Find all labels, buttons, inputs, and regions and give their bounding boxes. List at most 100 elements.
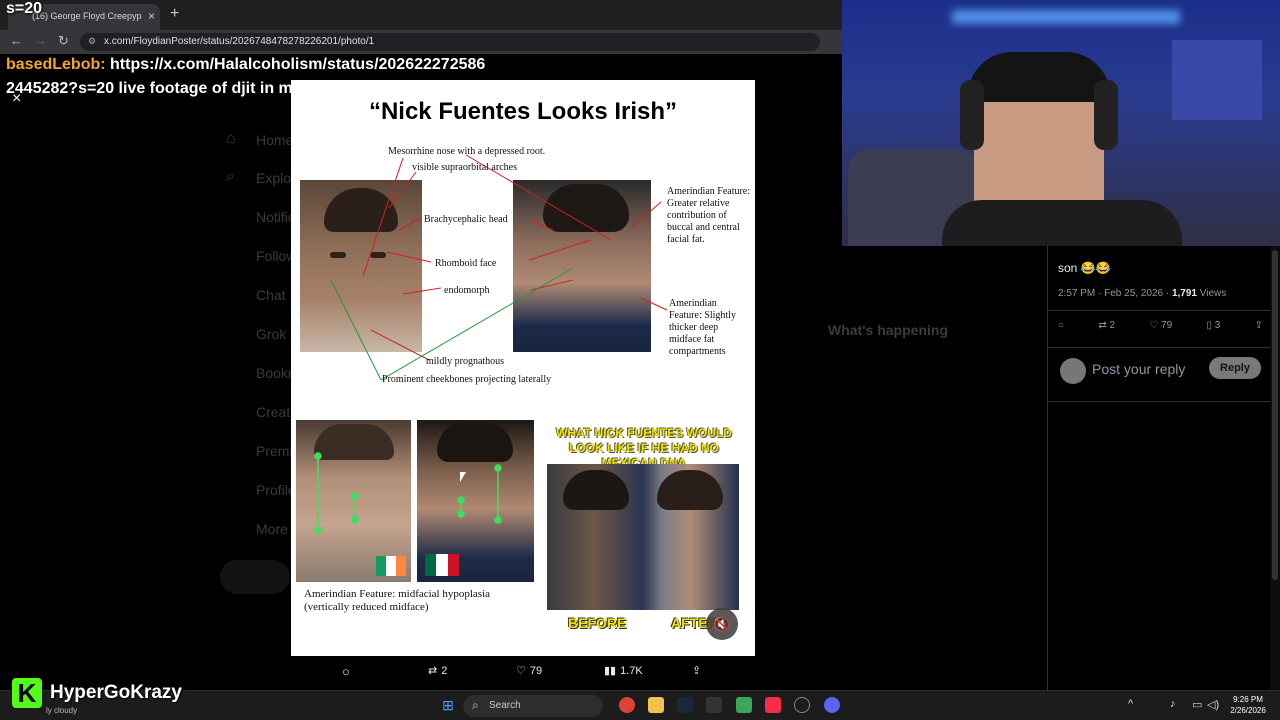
reply-icon: ○ — [342, 664, 350, 679]
avatar[interactable] — [1060, 358, 1086, 384]
retweet-count: 2 — [1109, 320, 1116, 331]
mouse-cursor-icon — [460, 472, 466, 482]
chrome-icon[interactable] — [619, 697, 635, 713]
network-icon[interactable]: ▭ — [1192, 698, 1202, 711]
reply-action[interactable]: ○ — [342, 664, 350, 679]
mute-icon[interactable]: 🔇 — [706, 608, 738, 640]
heart-icon: ♡ — [516, 665, 526, 677]
file-explorer-icon[interactable] — [648, 697, 664, 713]
nav-profile[interactable]: Profile — [256, 482, 296, 498]
search-icon: ⌕ — [226, 168, 235, 185]
retweet-count: 2 — [441, 664, 448, 677]
like-count: 79 — [529, 664, 543, 677]
taskbar-search-label: Search — [489, 700, 521, 711]
webcam-feed — [842, 0, 1280, 246]
microphone-icon[interactable]: ♪ — [1170, 698, 1176, 710]
before-after-photo — [547, 464, 739, 610]
tweet-photo: “Nick Fuentes Looks Irish” Mesorrhine no… — [291, 80, 755, 656]
chat-message-line1: basedLebob: https://x.com/Halalcoholism/… — [6, 56, 485, 74]
volume-icon[interactable]: ◁) — [1207, 698, 1219, 711]
home-icon: ⌂ — [226, 130, 236, 147]
post-time[interactable]: 2:57 PM · Feb 25, 2026 · — [1058, 288, 1172, 299]
system-clock[interactable]: 9:26 PM 2/26/2026 — [1220, 694, 1276, 716]
reply-button[interactable]: Reply — [1209, 357, 1261, 379]
divider — [1048, 347, 1271, 348]
browser-toolbar: ← → ↻ ⚙ x.com/FloydianPoster/status/2026… — [0, 30, 842, 54]
whats-happening-heading: What's happening — [828, 322, 948, 338]
nav-chat[interactable]: Chat — [256, 287, 286, 303]
label-cheekbones: Prominent cheekbones projecting laterall… — [382, 374, 552, 385]
views-action[interactable]: ▮▮ 1.7K — [604, 664, 643, 678]
post-text: son 😂😂 — [1058, 261, 1111, 275]
label-head: Brachycephalic head — [424, 214, 508, 225]
tweet-detail-panel: son 😂😂 2:57 PM · Feb 25, 2026 · 1,791 Vi… — [1047, 246, 1271, 690]
reply-input[interactable]: Post your reply — [1092, 361, 1185, 377]
like-action[interactable]: ♡ 79 — [516, 664, 543, 678]
capcut-icon[interactable] — [706, 697, 722, 713]
share-icon[interactable]: ⇪ — [1255, 320, 1263, 331]
streamer-badge: K HyperGoKrazy ly cloudy — [0, 676, 200, 715]
clock-date: 2/26/2026 — [1230, 706, 1266, 715]
back-icon[interactable]: ← — [10, 33, 23, 48]
label-amerindian-1: Amerindian Feature: Greater relative con… — [667, 186, 751, 245]
windows-start-icon[interactable]: ⊞ — [440, 697, 456, 713]
label-nose: Mesorrhine nose with a depressed root. — [388, 146, 546, 157]
discord-icon[interactable] — [824, 697, 840, 713]
chat-username: basedLebob: — [6, 56, 106, 73]
music-icon[interactable] — [765, 697, 781, 713]
scrollbar-thumb[interactable] — [1272, 250, 1278, 580]
streamer-name: HyperGoKrazy — [50, 682, 182, 703]
post-meta: 2:57 PM · Feb 25, 2026 · 1,791 Views — [1058, 288, 1226, 299]
app-icon[interactable] — [736, 697, 752, 713]
browser-tab-bar: (16) George Floyd Creepypasta × + — [0, 0, 842, 30]
like-count: 79 — [1161, 320, 1173, 331]
chat-text-line1: https://x.com/Halalcoholism/status/20262… — [105, 56, 486, 73]
label-arches: visible supraorbital arches — [412, 162, 517, 173]
label-endomorph: endomorph — [444, 285, 490, 296]
site-info-icon[interactable]: ⚙ — [88, 36, 96, 47]
before-label: BEFORE — [568, 615, 627, 631]
weather-text: ly cloudy — [46, 706, 78, 715]
clock-time: 9:26 PM — [1233, 695, 1263, 704]
nav-home[interactable]: Home — [256, 132, 293, 148]
steam-icon[interactable] — [677, 697, 693, 713]
bookmark-count: 3 — [1214, 320, 1221, 331]
obs-icon[interactable] — [794, 697, 810, 713]
forward-icon[interactable]: → — [34, 33, 47, 48]
views-count: 1.7K — [620, 664, 643, 677]
retweet-icon: ⇄ — [428, 665, 438, 677]
nav-grok[interactable]: Grok — [256, 326, 286, 342]
share-icon: ⇪ — [692, 665, 702, 677]
new-tab-icon[interactable]: + — [170, 5, 179, 23]
chat-fragment: s=20 — [6, 0, 43, 17]
retweet-action[interactable]: ⇄ 2 — [428, 664, 448, 678]
retweet-button[interactable]: ⇄ 2 — [1098, 320, 1115, 331]
views-icon: ▮▮ — [604, 665, 617, 677]
nav-more[interactable]: More — [256, 521, 288, 537]
post-actions: ○ ⇄ 2 ♡ 79 ▯ 3 ⇪ — [1058, 320, 1263, 331]
tab-close-icon[interactable]: × — [148, 9, 155, 23]
label-prognathous: mildly prognathous — [426, 356, 505, 367]
label-face: Rhomboid face — [435, 258, 497, 269]
share-action[interactable]: ⇪ — [692, 664, 701, 677]
tray-chevron-icon[interactable]: ^ — [1128, 698, 1133, 710]
label-amerindian-2: Amerindian Feature: Slightly thicker dee… — [669, 298, 736, 357]
divider — [1048, 310, 1271, 311]
url-text: x.com/FloydianPoster/status/202674847827… — [104, 36, 375, 47]
label-amerindian-3: Amerindian Feature: midfacial hypoplasia… — [304, 588, 491, 613]
bookmark-button[interactable]: ▯ 3 — [1206, 320, 1220, 331]
kick-logo: K — [12, 678, 42, 708]
reply-icon[interactable]: ○ — [1058, 320, 1064, 331]
divider — [1048, 401, 1271, 402]
tab-title: (16) George Floyd Creepypasta — [32, 11, 142, 21]
taskbar-search[interactable]: ⌕ Search — [463, 695, 603, 717]
post-views-label: Views — [1196, 288, 1227, 299]
scrollbar[interactable] — [1270, 246, 1280, 690]
measurement-markers — [314, 452, 502, 534]
post-button[interactable] — [220, 560, 290, 594]
reload-icon[interactable]: ↻ — [58, 33, 69, 49]
like-button[interactable]: ♡ 79 — [1149, 320, 1172, 331]
close-viewer-icon[interactable]: × — [12, 90, 21, 108]
post-views-number: 1,791 — [1171, 288, 1197, 299]
address-bar[interactable]: ⚙ x.com/FloydianPoster/status/2026748478… — [80, 33, 820, 51]
